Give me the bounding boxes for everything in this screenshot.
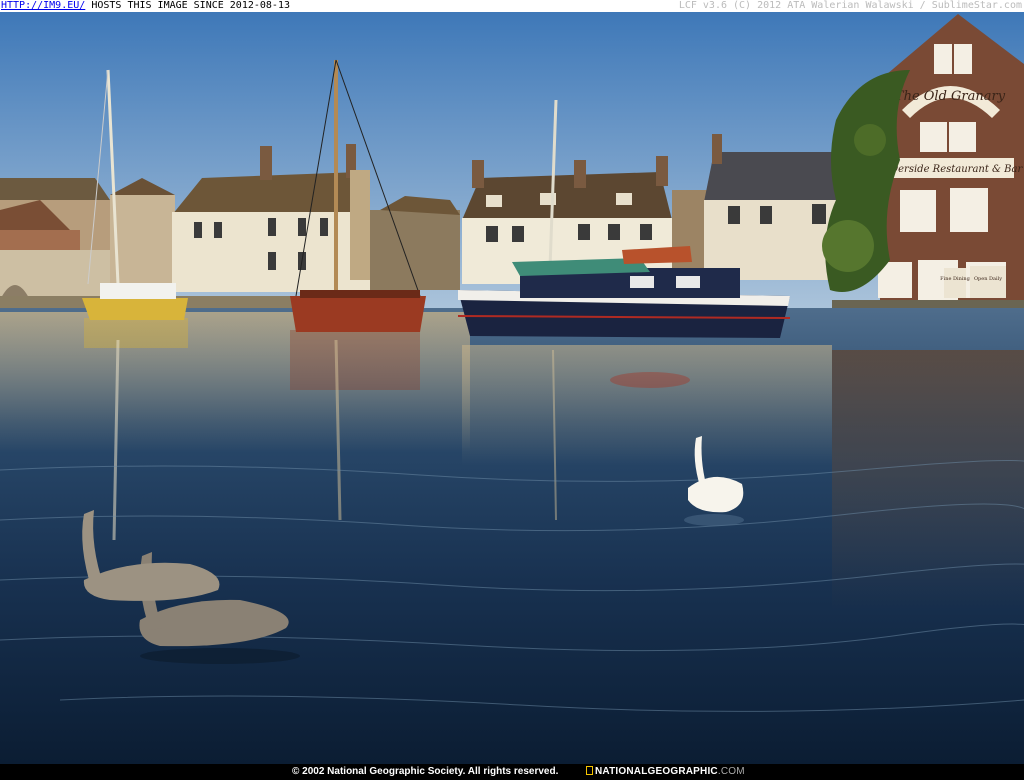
notice-board-right: Open Daily (974, 276, 1002, 282)
notice-board-left: Fine Dining (940, 276, 970, 282)
version-credit-text: LCF v3.6 (C) 2012 ATA Walerian Walawski … (678, 0, 1022, 11)
granary-sign: The Old Granary (895, 89, 1006, 104)
natgeo-brand-suffix: .COM (717, 766, 745, 777)
copyright-text: © 2002 National Geographic Society. All … (292, 766, 559, 777)
grey-roof-house (704, 134, 836, 280)
left-buildings (0, 178, 175, 300)
natgeo-brand-text: NATIONALGEOGRAPHIC (595, 766, 718, 777)
host-link[interactable]: HTTP://IM9.EU/ (1, 0, 85, 11)
photo-credit-bar: © 2002 National Geographic Society. All … (0, 764, 1024, 780)
host-banner-left: HTTP://IM9.EU/ HOSTS THIS IMAGE SINCE 20… (1, 0, 290, 12)
harbour-photo: The Old Granary Riverside Restaurant & B… (0, 12, 1024, 764)
hosts-since-text: HOSTS THIS IMAGE SINCE 2012-08-13 (85, 0, 290, 11)
restaurant-sign: Riverside Restaurant & Bar (881, 164, 1024, 175)
image-host-banner: HTTP://IM9.EU/ HOSTS THIS IMAGE SINCE 20… (0, 0, 1024, 12)
natgeo-logo: NATIONALGEOGRAPHIC.COM (586, 764, 745, 780)
yellow-frame-icon (586, 766, 593, 775)
